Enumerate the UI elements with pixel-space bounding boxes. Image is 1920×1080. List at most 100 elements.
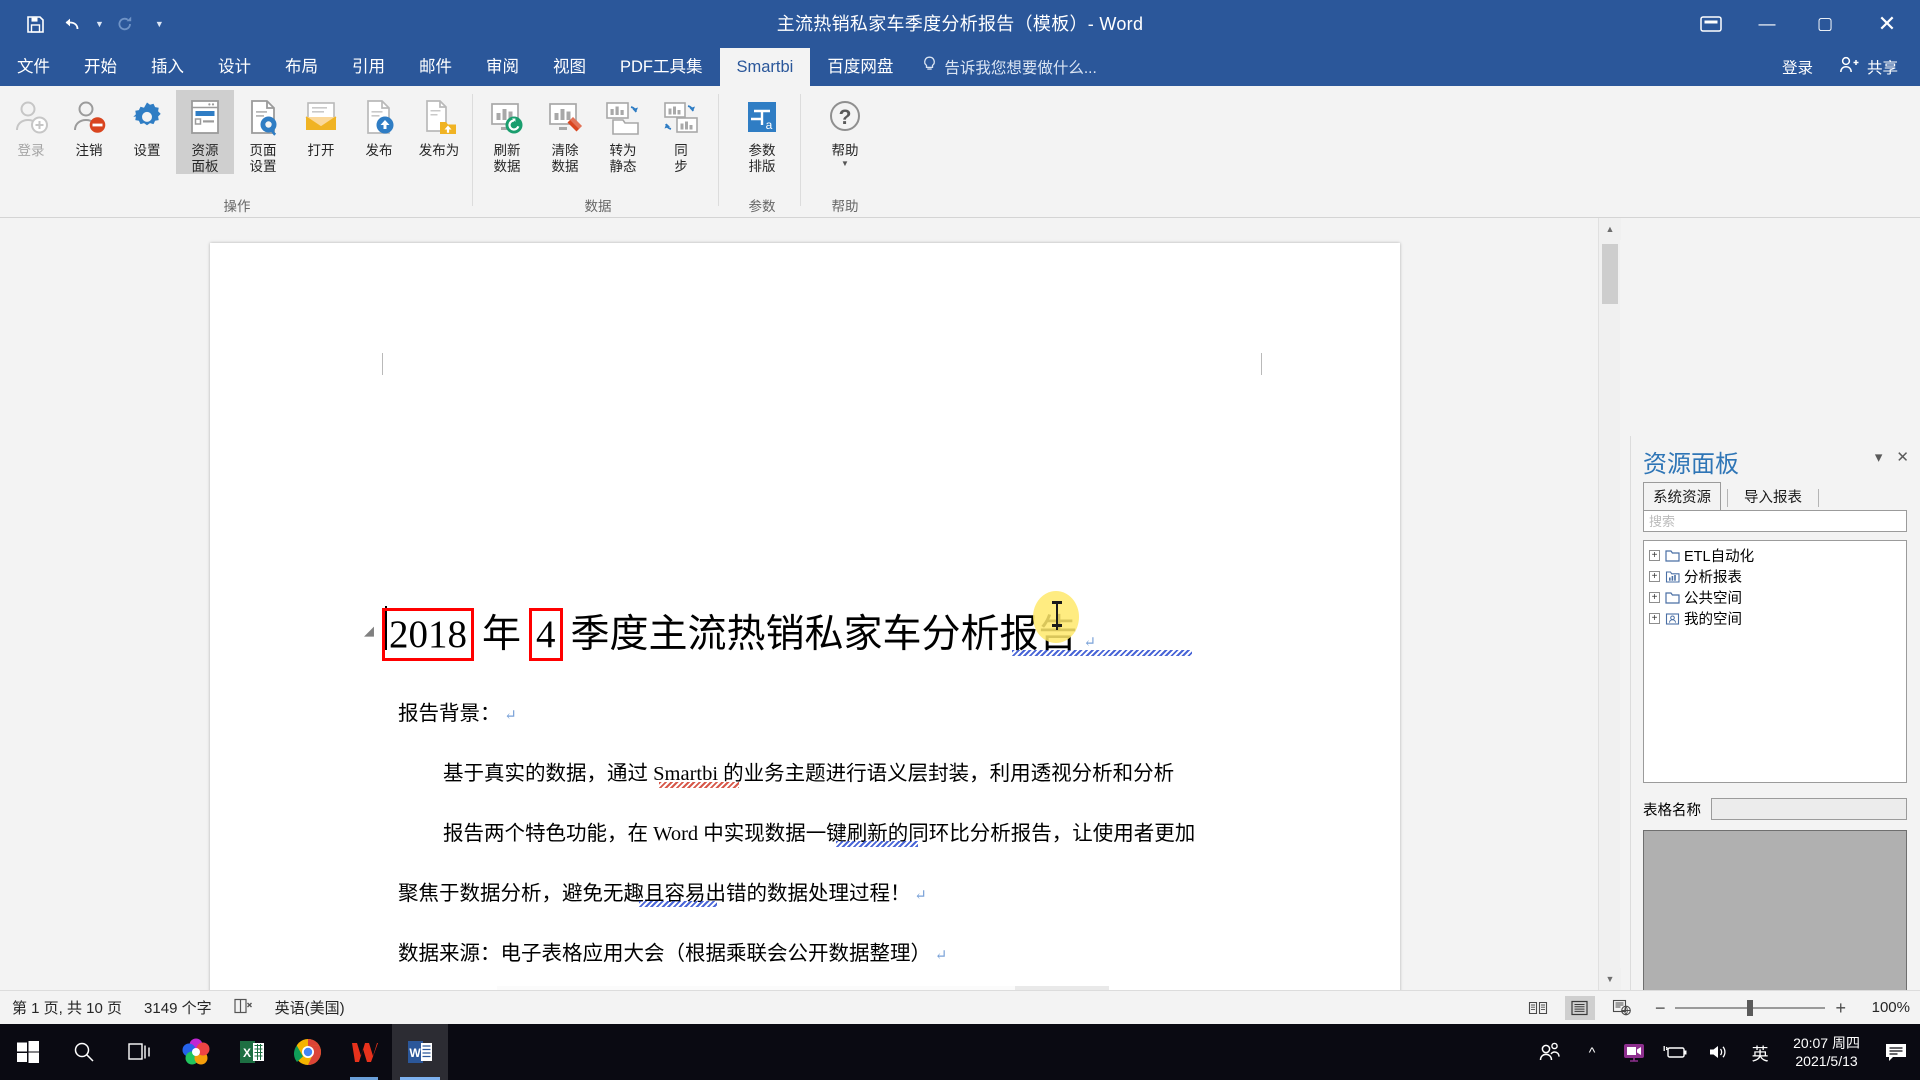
ime-indicator[interactable]: 英 [1739,1024,1781,1080]
start-button[interactable] [0,1024,56,1080]
excel-app[interactable]: X [224,1024,280,1080]
taskbar-clock[interactable]: 20:07 周四 2021/5/13 [1781,1034,1872,1070]
settings-button[interactable]: 设置 [118,90,176,159]
tab-references[interactable]: 引用 [335,48,402,86]
table-name-input[interactable] [1711,798,1907,820]
share-button[interactable]: 共享 [1839,56,1912,79]
volume-icon[interactable] [1697,1024,1739,1080]
ribbon-group-actions-label: 操作 [2,195,472,215]
task-view-button[interactable] [112,1024,168,1080]
system-tray: ^ 英 20:07 周四 2021/5/13 [1529,1024,1920,1080]
tab-layout[interactable]: 布局 [268,48,335,86]
screen-recorder-icon[interactable] [1613,1024,1655,1080]
zoom-level[interactable]: 100% [1864,999,1910,1016]
tab-design[interactable]: 设计 [201,48,268,86]
tree-item-etl[interactable]: + ETL自动化 [1649,545,1906,566]
tab-pdf-tools[interactable]: PDF工具集 [603,48,720,86]
zoom-out-button[interactable]: − [1655,1001,1666,1015]
tab-review[interactable]: 审阅 [469,48,536,86]
zoom-thumb[interactable] [1747,1000,1753,1016]
ribbon-group-parameters: a 参数 排版 参数 [724,86,800,218]
restore-button[interactable]: ▢ [1796,4,1854,44]
people-icon[interactable] [1529,1024,1571,1080]
panel-dropdown-icon[interactable]: ▾ [1875,448,1883,466]
tab-system-resources[interactable]: 系统资源 [1643,482,1721,511]
zoom-in-button[interactable]: + [1835,1001,1846,1015]
ribbon-display-options-icon[interactable] [1684,4,1738,44]
minimize-button[interactable]: — [1738,4,1796,44]
resource-tree[interactable]: + ETL自动化 + 分析报表 + [1643,540,1907,783]
sign-in-button[interactable]: 登录 [1774,56,1821,78]
expander-icon[interactable]: + [1649,571,1660,582]
scroll-thumb[interactable] [1602,244,1618,304]
convert-static-button[interactable]: 转为 静态 [594,90,652,174]
tab-divider-2 [1818,489,1819,507]
close-button[interactable]: ✕ [1854,4,1920,44]
expander-icon[interactable]: + [1649,613,1660,624]
tab-file[interactable]: 文件 [0,48,67,86]
paragraph-body-2: 报告两个特色功能，在 Word 中实现数据一键刷新的同环比分析报告，让使用者更加 [443,816,1195,846]
chrome-icon [294,1038,322,1066]
tree-item-my-space[interactable]: + 我的空间 [1649,608,1906,629]
print-layout-view-button[interactable] [1565,996,1595,1020]
document-heading: 2018年4季度主流热销私家车分析报告↵ [382,603,1096,661]
tab-smartbi[interactable]: Smartbi [720,48,811,86]
search-button[interactable] [56,1024,112,1080]
scroll-up-arrow[interactable]: ▲ [1599,218,1621,240]
publish-button[interactable]: 发布 [350,90,408,159]
refresh-data-button[interactable]: 刷新 数据 [478,90,536,174]
tab-mailings[interactable]: 邮件 [402,48,469,86]
expander-icon[interactable]: + [1649,592,1660,603]
chrome-app[interactable] [280,1024,336,1080]
tab-home[interactable]: 开始 [67,48,134,86]
action-center-button[interactable] [1872,1024,1920,1080]
language-indicator[interactable]: 英语(美国) [275,997,345,1018]
tree-item-analysis-report[interactable]: + 分析报表 [1649,566,1906,587]
help-button[interactable]: ? 帮助 ▼ [816,90,874,168]
ribbon-separator-1 [472,94,473,206]
wps-app[interactable] [336,1024,392,1080]
logout-button[interactable]: 注销 [60,90,118,159]
ribbon-group-help: ? 帮助 ▼ 帮助 [806,86,884,218]
sync-button[interactable]: 同 步 [652,90,710,174]
word-app[interactable]: W [392,1024,448,1080]
document-vertical-scrollbar[interactable]: ▲ ▼ [1598,218,1620,990]
document-scroll-area: ◢ 2018年4季度主流热销私家车分析报告↵ 报告背景： ↵ 基于真实的数据，通… [0,218,1620,990]
expander-icon[interactable]: + [1649,550,1660,561]
tree-item-label: 分析报表 [1684,566,1742,587]
convert-static-label: 转为 静态 [593,143,653,174]
login-button[interactable]: 登录 [2,90,60,159]
resource-search-input[interactable]: 搜索 [1643,510,1907,532]
zoom-track[interactable] [1675,1007,1825,1009]
search-placeholder: 搜索 [1649,514,1675,529]
open-button[interactable]: 打开 [292,90,350,159]
help-dropdown-caret[interactable]: ▼ [841,160,849,168]
tab-import-report[interactable]: 导入报表 [1734,482,1812,511]
tree-item-public-space[interactable]: + 公共空间 [1649,587,1906,608]
browser-app[interactable] [168,1024,224,1080]
battery-icon[interactable] [1655,1024,1697,1080]
tab-baidu-netdisk[interactable]: 百度网盘 [810,48,910,86]
tab-view[interactable]: 视图 [536,48,603,86]
scroll-down-arrow[interactable]: ▼ [1599,968,1621,990]
resource-panel-button[interactable]: 资源 面板 [176,90,234,174]
read-mode-view-button[interactable] [1523,996,1553,1020]
parameter-layout-button[interactable]: a 参数 排版 [733,90,791,174]
web-layout-view-button[interactable] [1607,996,1637,1020]
clear-data-button[interactable]: 清除 数据 [536,90,594,174]
paragraph-body-1: 基于真实的数据，通过 Smartbi 的业务主题进行语义层封装，利用透视分析和分… [443,756,1174,786]
margin-mark-top-right [1240,353,1262,375]
word-count[interactable]: 3149 个字 [144,997,212,1018]
proofing-errors-icon[interactable] [234,998,253,1018]
tell-me-box[interactable]: 告诉我您想要做什么... [910,48,1108,86]
panel-close-icon[interactable]: ✕ [1896,448,1909,466]
resource-panel-label: 资源 面板 [175,143,235,174]
publish-as-button[interactable]: 发布为 [408,90,470,159]
page-setup-button[interactable]: 页面 设置 [234,90,292,174]
tab-insert[interactable]: 插入 [134,48,201,86]
show-hidden-icons-chevron-up-icon[interactable]: ^ [1571,1024,1613,1080]
clear-data-label: 清除 数据 [535,143,595,174]
zoom-slider[interactable]: − + [1649,1001,1852,1015]
page-info[interactable]: 第 1 页, 共 10 页 [12,997,122,1018]
tell-me-label: 告诉我您想要做什么... [944,56,1096,78]
